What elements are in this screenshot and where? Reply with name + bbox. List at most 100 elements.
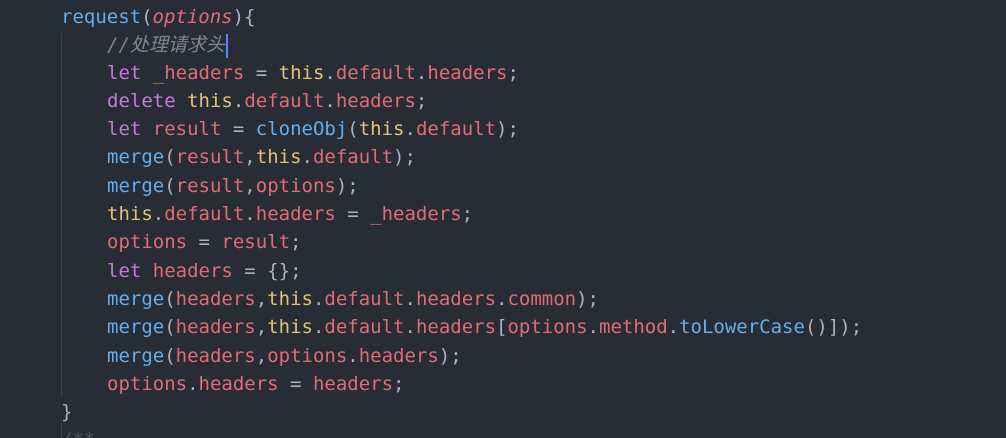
property: headers xyxy=(358,345,439,367)
argument: options xyxy=(267,345,348,367)
operator: = xyxy=(187,231,222,253)
property: method xyxy=(599,316,668,338)
paren: ]); xyxy=(827,316,863,338)
dot: . xyxy=(152,203,165,225)
code-line-9[interactable]: options = result; xyxy=(107,228,302,256)
bracket: [ xyxy=(496,316,508,338)
dot: . xyxy=(415,62,428,84)
keyword: let xyxy=(107,118,142,140)
call-parens: () xyxy=(804,316,828,338)
text-cursor xyxy=(225,33,228,58)
code-line-8[interactable]: this.default.headers = _headers; xyxy=(107,200,473,228)
variable: options xyxy=(507,316,588,338)
paren: ( xyxy=(164,146,176,168)
variable: headers xyxy=(312,373,394,395)
comma: , xyxy=(244,175,256,197)
closing-brace: } xyxy=(61,401,73,423)
code-line-15[interactable]: } xyxy=(61,398,72,426)
paren: ); xyxy=(438,345,462,367)
dot: . xyxy=(404,316,416,338)
this-keyword: this xyxy=(278,62,325,84)
paren: ); xyxy=(393,146,416,168)
paren: ); xyxy=(576,288,599,310)
operator: = xyxy=(278,373,313,395)
variable: _headers xyxy=(370,203,462,225)
property: default xyxy=(324,288,405,310)
paren: ); xyxy=(335,175,359,197)
comma: , xyxy=(255,316,268,338)
dot: . xyxy=(404,118,416,140)
comma: , xyxy=(244,146,256,168)
argument: headers xyxy=(175,345,256,367)
function-call: cloneObj xyxy=(255,118,348,140)
this-keyword: this xyxy=(107,203,153,225)
comma: , xyxy=(255,288,268,310)
argument: result xyxy=(175,175,245,197)
dot: . xyxy=(404,288,416,310)
keyword: let xyxy=(107,62,142,84)
dot: . xyxy=(312,316,325,338)
code-line-5[interactable]: let result = cloneObj(this.default); xyxy=(107,115,519,143)
semicolon: ; xyxy=(290,260,302,282)
code-line-1[interactable]: request(options){ xyxy=(61,3,256,31)
variable: options xyxy=(107,231,188,253)
dot: . xyxy=(347,345,359,367)
operator: = xyxy=(232,260,268,282)
function-call: merge xyxy=(107,175,165,197)
indent-guide xyxy=(61,33,62,397)
function-name: request xyxy=(61,6,142,28)
paren: ( xyxy=(164,345,176,367)
paren: ( xyxy=(347,118,359,140)
dot: . xyxy=(496,288,508,310)
method-call: toLowerCase xyxy=(679,316,805,338)
code-line-2[interactable]: //处理请求头 xyxy=(107,31,228,59)
code-line-3[interactable]: let _headers = this.default.headers; xyxy=(107,59,519,87)
this-keyword: this xyxy=(255,146,302,168)
semicolon: ; xyxy=(393,373,405,395)
open-brace: ){ xyxy=(232,6,256,28)
code-line-14[interactable]: options.headers = headers; xyxy=(107,370,404,398)
semicolon: ; xyxy=(461,203,474,225)
code-line-6[interactable]: merge(result,this.default); xyxy=(107,143,416,171)
property: default xyxy=(415,118,497,140)
code-line-7[interactable]: merge(result,options); xyxy=(107,172,359,200)
variable: options xyxy=(107,373,188,395)
this-keyword: this xyxy=(267,288,313,310)
variable: _headers xyxy=(152,62,245,84)
comma: , xyxy=(255,345,268,367)
code-line-10[interactable]: let headers = {}; xyxy=(107,257,302,285)
function-call: merge xyxy=(107,146,165,168)
function-call: merge xyxy=(107,345,165,367)
dot: . xyxy=(587,316,599,338)
property: headers xyxy=(198,373,279,395)
property: default xyxy=(244,90,325,112)
property: common xyxy=(507,288,577,310)
object-literal: {} xyxy=(267,260,291,282)
dot: . xyxy=(232,90,245,112)
operator: = xyxy=(221,118,256,140)
property: headers xyxy=(335,90,416,112)
function-call: merge xyxy=(107,288,165,310)
property: default xyxy=(335,62,416,84)
code-line-16-partial[interactable]: /** xyxy=(61,426,95,438)
dot: . xyxy=(244,203,256,225)
property: headers xyxy=(427,62,508,84)
code-line-12[interactable]: merge(headers,this.default.headers[optio… xyxy=(107,313,862,341)
property: default xyxy=(324,316,405,338)
code-line-11[interactable]: merge(headers,this.default.headers.commo… xyxy=(107,285,599,313)
this-keyword: this xyxy=(358,118,405,140)
code-line-13[interactable]: merge(headers,options.headers); xyxy=(107,342,462,370)
keyword: let xyxy=(107,260,142,282)
paren: ( xyxy=(164,175,176,197)
paren: ( xyxy=(164,316,176,338)
param-name: options xyxy=(152,6,233,28)
operator: = xyxy=(335,203,371,225)
code-editor[interactable]: request(options){ //处理请求头 let _headers =… xyxy=(0,0,1006,438)
property: headers xyxy=(255,203,336,225)
operator: = xyxy=(244,62,279,84)
variable: headers xyxy=(152,260,233,282)
code-line-4[interactable]: delete this.default.headers; xyxy=(107,87,427,115)
property: headers xyxy=(415,316,497,338)
paren: ( xyxy=(164,288,176,310)
function-call: merge xyxy=(107,316,165,338)
